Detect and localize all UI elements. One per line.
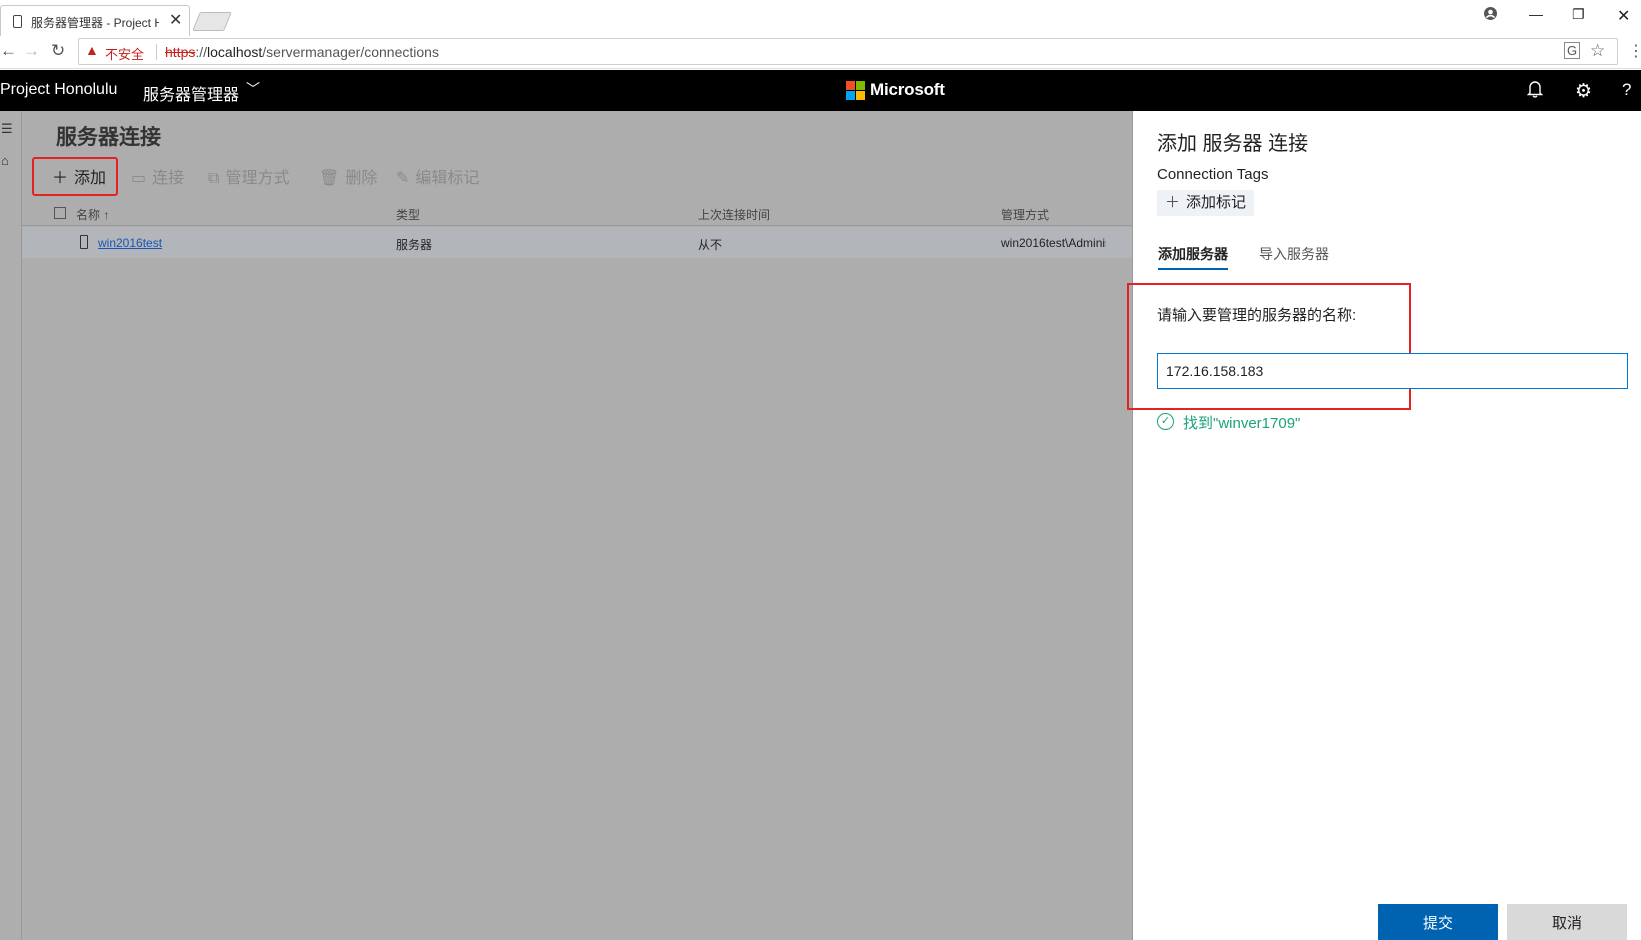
microsoft-logo-icon [846, 81, 866, 101]
omnibox[interactable]: ▲ 不安全 https://localhost/servermanager/co… [78, 38, 1618, 65]
page-title: 服务器连接 [56, 126, 161, 149]
add-server-panel: 添加 服务器 连接 Connection Tags ＋ 添加标记 添加服务器 导入… [1127, 111, 1641, 940]
column-header-last-connected[interactable]: 上次连接时间 [698, 206, 770, 223]
main-content: 服务器连接 ＋ 添加 ▭ 连接 ⧉ 管理方式 🗑 删除 ✎ 编辑标记 名称 ↑ 类型 上次… [22, 111, 1132, 940]
server-name-input[interactable] [1157, 353, 1628, 389]
plus-icon: ＋ [1165, 194, 1181, 211]
connect-icon: ▭ [131, 170, 147, 187]
panel-title: 添加 服务器 连接 [1157, 133, 1309, 155]
add-button-label: 添加 [74, 170, 107, 187]
column-header-name[interactable]: 名称 ↑ [76, 206, 109, 223]
edit-tags-button-label: 编辑标记 [415, 170, 480, 187]
app-header: Project Honolulu 服务器管理器 ﹀ Microsoft ⚙ ? [0, 70, 1641, 111]
forward-icon[interactable]: → [23, 41, 40, 61]
select-all-checkbox[interactable] [54, 207, 66, 219]
translate-icon[interactable]: G [1564, 42, 1581, 59]
url-scheme: https [165, 44, 196, 60]
browser-menu-icon[interactable]: ⋮ [1628, 41, 1641, 61]
manage-as-icon: ⧉ [208, 170, 220, 187]
manage-as-button-label: 管理方式 [225, 170, 290, 187]
table-row[interactable]: win2016test 服务器 从不 win2016test\Administr… [22, 227, 1132, 258]
column-header-manage-as[interactable]: 管理方式 [1001, 206, 1049, 223]
column-header-type[interactable]: 类型 [396, 206, 420, 223]
server-icon [80, 235, 88, 249]
bookmark-star-icon[interactable]: ☆ [1590, 41, 1605, 61]
url-separator: :// [195, 44, 208, 60]
url-text[interactable]: https://localhost/servermanager/connecti… [165, 44, 439, 60]
restore-icon[interactable]: ❐ [1572, 6, 1585, 23]
server-found-message: 找到"winver1709" [1183, 415, 1301, 432]
browser-tab-strip: 服务器管理器 - Project Honolulu ✕ — ❐ ✕ [0, 0, 1641, 36]
browser-tab-title: 服务器管理器 - Project Honolulu [31, 16, 159, 30]
hamburger-menu-icon[interactable]: ☰ [1, 121, 13, 137]
annotation-highlight-field [1127, 283, 1411, 410]
url-host: localhost [207, 44, 263, 60]
notification-bell-icon[interactable] [1526, 80, 1544, 103]
browser-tab[interactable]: 服务器管理器 - Project Honolulu ✕ [0, 5, 190, 36]
connection-tags-label: Connection Tags [1157, 166, 1269, 183]
url-path: /servermanager/connections [262, 44, 439, 60]
help-icon[interactable]: ? [1622, 80, 1631, 100]
profile-icon[interactable] [1483, 6, 1498, 24]
brand-name: Microsoft [870, 80, 945, 99]
submit-button[interactable]: 提交 [1378, 904, 1498, 940]
omnibox-divider [156, 44, 157, 60]
add-tag-label: 添加标记 [1186, 194, 1247, 211]
left-rail: ☰ ⌂ [0, 111, 22, 940]
home-icon[interactable]: ⌂ [1, 153, 9, 168]
minimize-icon[interactable]: — [1529, 6, 1543, 22]
server-icon [13, 15, 22, 28]
tab-add-server[interactable]: 添加服务器 [1158, 244, 1228, 270]
address-bar: ← → ↻ ▲ 不安全 https://localhost/servermana… [0, 36, 1641, 69]
pencil-icon: ✎ [396, 170, 410, 187]
plus-icon: ＋ [52, 170, 69, 187]
manage-as-button[interactable]: ⧉ 管理方式 [208, 164, 289, 188]
check-circle-icon: ✓ [1157, 413, 1174, 430]
chevron-down-icon[interactable]: ﹀ [246, 79, 260, 99]
server-name-label: 请输入要管理的服务器的名称: [1157, 307, 1357, 324]
connect-button-label: 连接 [152, 170, 185, 187]
server-type-cell: 服务器 [396, 238, 433, 252]
cancel-button[interactable]: 取消 [1507, 904, 1627, 940]
delete-button[interactable]: 🗑 删除 [319, 164, 377, 188]
delete-button-label: 删除 [345, 170, 378, 187]
tool-switcher[interactable]: 服务器管理器 [143, 81, 239, 105]
edit-tags-button[interactable]: ✎ 编辑标记 [396, 164, 479, 188]
tab-close-icon[interactable]: ✕ [169, 10, 182, 30]
table-header: 名称 ↑ 类型 上次连接时间 管理方式 [22, 201, 1132, 226]
connect-button[interactable]: ▭ 连接 [131, 164, 184, 188]
settings-gear-icon[interactable]: ⚙ [1575, 80, 1592, 103]
add-tag-button[interactable]: ＋ 添加标记 [1157, 190, 1255, 216]
back-icon[interactable]: ← [0, 41, 17, 61]
app-title[interactable]: Project Honolulu [0, 81, 117, 99]
warning-icon: ▲ [85, 42, 99, 58]
trash-icon: 🗑 [319, 170, 340, 187]
tab-import-servers[interactable]: 导入服务器 [1259, 244, 1329, 264]
window-close-icon[interactable]: ✕ [1617, 6, 1630, 26]
last-connected-cell: 从不 [698, 238, 723, 252]
server-name-link[interactable]: win2016test [98, 236, 162, 250]
manage-as-cell: win2016test\Administrator [1001, 236, 1106, 250]
new-tab-button[interactable] [192, 12, 232, 31]
security-label[interactable]: 不安全 [105, 44, 144, 63]
reload-icon[interactable]: ↻ [51, 41, 65, 61]
toolbar: ＋ 添加 ▭ 连接 ⧉ 管理方式 🗑 删除 ✎ 编辑标记 [22, 159, 1122, 191]
add-button[interactable]: ＋ 添加 [52, 164, 106, 188]
